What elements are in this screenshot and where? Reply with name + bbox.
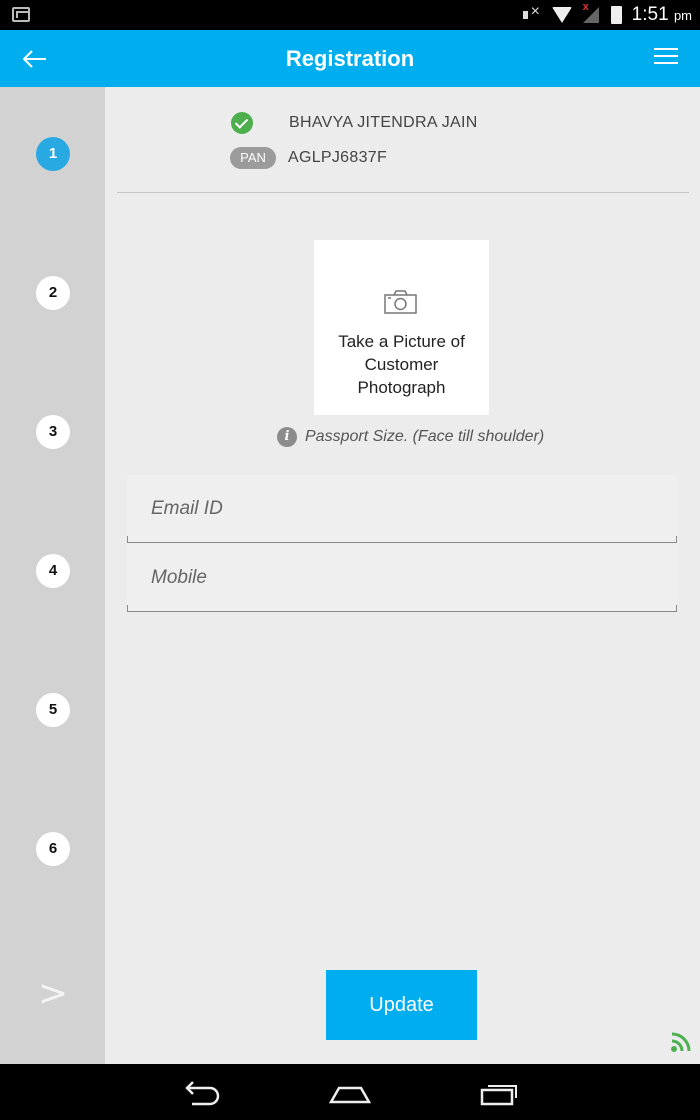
gmail-icon: [12, 7, 30, 22]
nav-back-button[interactable]: [178, 1078, 222, 1108]
step-1[interactable]: 1: [36, 137, 70, 171]
email-input[interactable]: [127, 475, 677, 542]
status-bar: 1:51 pm: [0, 0, 700, 30]
arrow-left-icon: [22, 50, 46, 68]
connection-status-icon: [671, 1032, 691, 1052]
mobile-field[interactable]: [127, 544, 677, 612]
wifi-icon: [551, 7, 573, 23]
camera-icon: [384, 290, 417, 314]
email-field[interactable]: [127, 475, 677, 543]
signal-icon: [582, 1, 601, 23]
back-button[interactable]: [18, 44, 52, 74]
step-6[interactable]: 6: [36, 832, 70, 866]
nav-recents-button[interactable]: [478, 1078, 522, 1108]
home-nav-icon: [328, 1086, 372, 1104]
app-bar: Registration: [0, 30, 700, 87]
pan-badge: PAN: [230, 147, 276, 169]
update-button[interactable]: Update: [326, 970, 477, 1040]
step-2[interactable]: 2: [36, 276, 70, 310]
hint-text: Passport Size. (Face till shoulder): [305, 428, 545, 445]
customer-name: BHAVYA JITENDRA JAIN: [289, 114, 478, 131]
take-photo-button[interactable]: Take a Picture of Customer Photograph: [314, 240, 489, 415]
back-nav-icon: [185, 1081, 220, 1106]
page-title: Registration: [285, 46, 415, 71]
verified-status: [231, 112, 253, 134]
main-content: BHAVYA JITENDRA JAIN PAN AGLPJ6837F Take…: [105, 87, 700, 1064]
photo-label: Take a Picture of Customer Photograph: [338, 332, 465, 397]
photo-hint: i Passport Size. (Face till shoulder): [277, 427, 544, 447]
nav-home-button[interactable]: [328, 1078, 372, 1108]
divider: [117, 192, 689, 193]
status-icons: 1:51 pm: [522, 0, 692, 30]
step-5[interactable]: 5: [36, 693, 70, 727]
check-circle-icon: [231, 112, 253, 134]
step-4[interactable]: 4: [36, 554, 70, 588]
clock: 1:51 pm: [631, 4, 692, 25]
info-icon: i: [277, 427, 297, 447]
next-step-button[interactable]: >: [38, 973, 68, 1014]
step-sidebar: 1 2 3 4 5 6 >: [0, 87, 105, 1064]
battery-icon: [610, 6, 622, 24]
system-nav-bar: [0, 1064, 700, 1120]
pan-number: AGLPJ6837F: [288, 149, 388, 166]
hamburger-menu-icon: [654, 48, 678, 50]
recents-nav-icon: [480, 1085, 517, 1106]
menu-button[interactable]: [654, 48, 678, 68]
mute-icon: [522, 3, 541, 23]
mobile-input[interactable]: [127, 544, 677, 611]
step-3[interactable]: 3: [36, 415, 70, 449]
